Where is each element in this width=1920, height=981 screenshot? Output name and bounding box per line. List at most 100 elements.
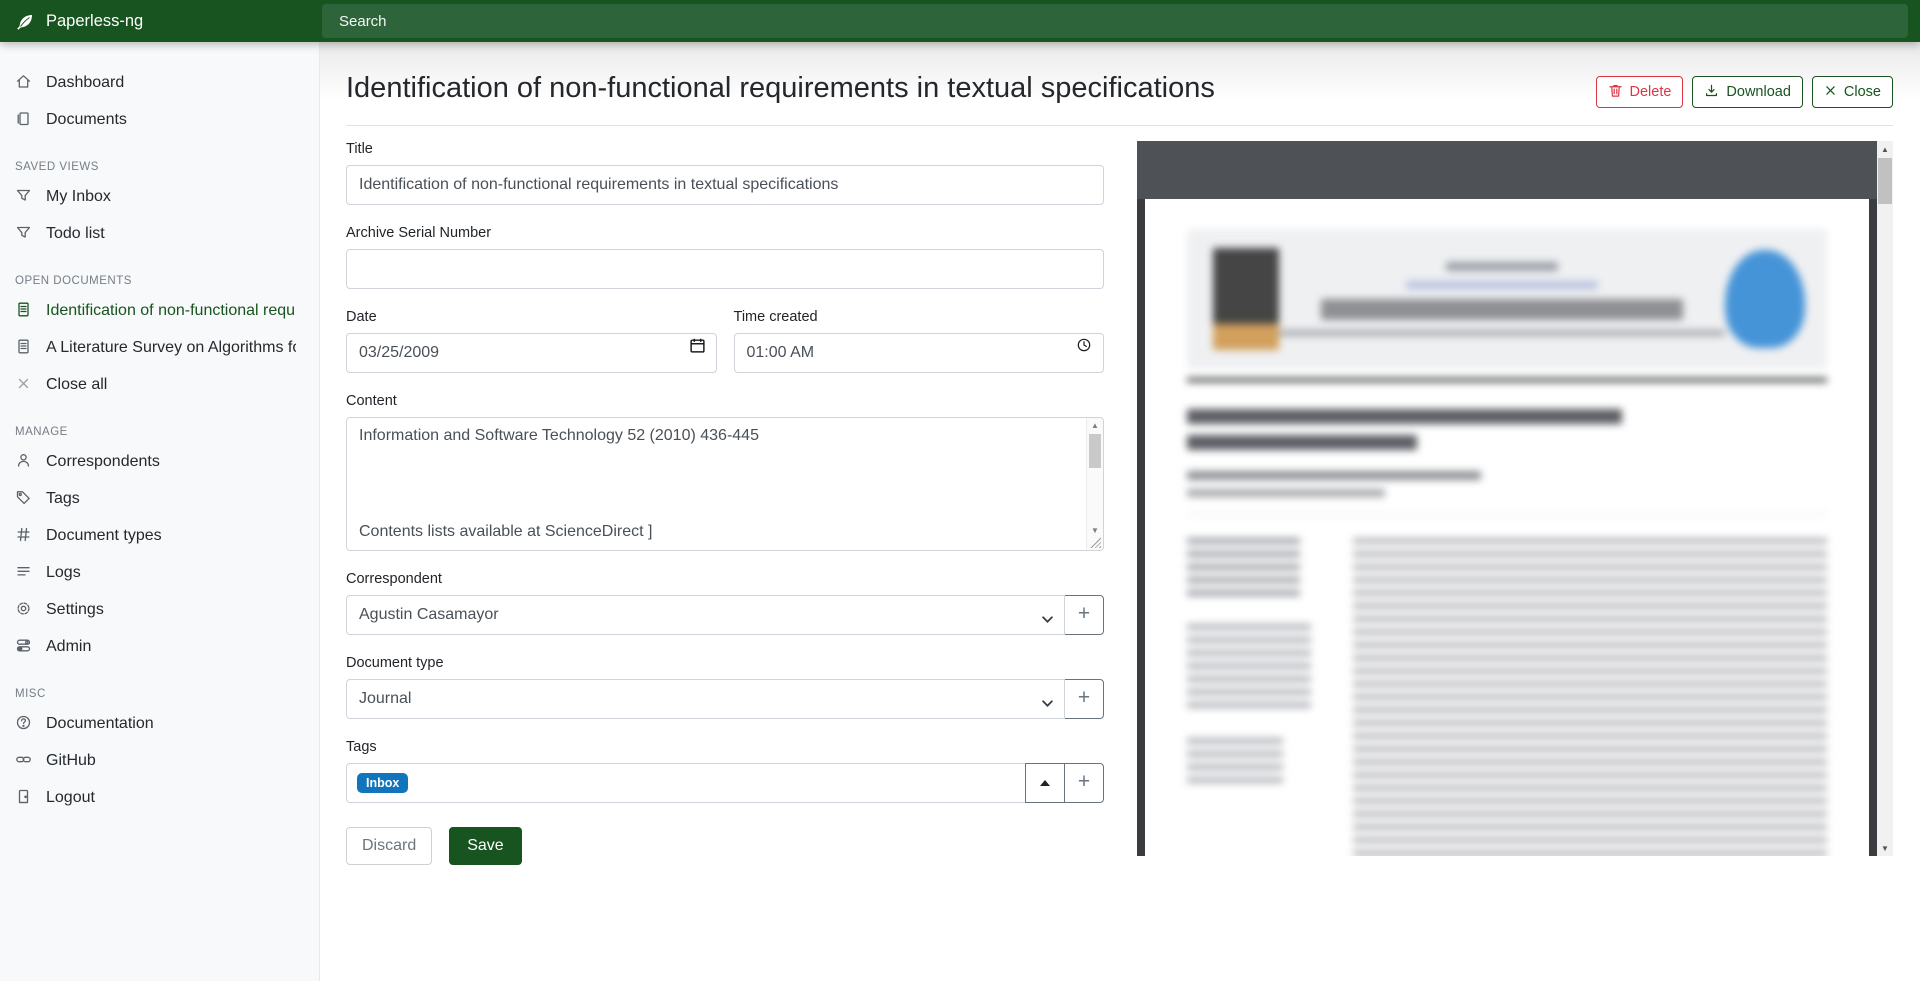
sidebar-item-correspondents[interactable]: Correspondents xyxy=(0,443,320,480)
time-input[interactable] xyxy=(734,333,1105,373)
content-textarea[interactable]: Information and Software Technology 52 (… xyxy=(346,417,1104,551)
sidebar-item-documentation[interactable]: Documentation xyxy=(0,705,320,742)
close-label: Close xyxy=(1844,84,1881,100)
textarea-scrollbar[interactable]: ▲ ▼ xyxy=(1086,418,1103,550)
header-actions: Delete Download Close xyxy=(1596,76,1894,108)
sidebar-item-label: Correspondents xyxy=(46,453,160,471)
date-input[interactable] xyxy=(346,333,717,373)
journal-header-lines xyxy=(1279,262,1725,336)
section-title-saved-views: SAVED VIEWS xyxy=(0,161,320,173)
toggles-icon xyxy=(15,637,34,656)
sidebar-open-doc-2[interactable]: A Literature Survey on Algorithms for Mu… xyxy=(0,329,320,366)
sidebar-item-close-all[interactable]: Close all xyxy=(0,366,320,403)
tags-dropdown-button[interactable] xyxy=(1025,763,1065,803)
sidebar-item-label: Dashboard xyxy=(46,74,124,92)
tag-icon xyxy=(15,489,34,508)
tags-input[interactable]: Inbox xyxy=(346,763,1026,803)
asn-input[interactable] xyxy=(346,249,1104,289)
chevron-down-icon xyxy=(1042,694,1053,712)
preview-column: ▲ ▼ xyxy=(1137,141,1893,865)
discard-button[interactable]: Discard xyxy=(346,827,432,865)
pdf-preview: ▲ ▼ xyxy=(1137,141,1893,856)
brand-label: Paperless-ng xyxy=(46,12,143,31)
article-info-column xyxy=(1187,538,1353,856)
article-title-line xyxy=(1187,409,1622,424)
article-title-line xyxy=(1187,435,1417,450)
search-input[interactable] xyxy=(322,4,1908,38)
page-title: Identification of non-functional require… xyxy=(346,72,1215,105)
download-button[interactable]: Download xyxy=(1692,76,1803,108)
sidebar-item-label: Todo list xyxy=(46,225,105,243)
correspondent-select[interactable]: Agustin Casamayor xyxy=(346,595,1065,635)
scroll-down-arrow[interactable]: ▼ xyxy=(1877,840,1893,856)
delete-button[interactable]: Delete xyxy=(1596,76,1684,108)
sidebar-item-logs[interactable]: Logs xyxy=(0,554,320,591)
sidebar-item-settings[interactable]: Settings xyxy=(0,591,320,628)
journal-cover-thumbnail xyxy=(1213,248,1279,350)
sidebar-item-dashboard[interactable]: Dashboard xyxy=(0,64,320,101)
scrollbar-thumb[interactable] xyxy=(1089,434,1101,468)
sidebar: Dashboard Documents SAVED VIEWS My Inbox… xyxy=(0,42,320,981)
section-title-manage: MANAGE xyxy=(0,426,320,438)
sidebar-item-document-types[interactable]: Document types xyxy=(0,517,320,554)
scroll-up-arrow[interactable]: ▲ xyxy=(1087,418,1103,433)
close-button[interactable]: Close xyxy=(1812,76,1893,108)
sidebar-item-label: Settings xyxy=(46,601,104,619)
journal-header-block xyxy=(1187,229,1827,369)
sidebar-item-todo-list[interactable]: Todo list xyxy=(0,215,320,252)
gear-icon xyxy=(15,600,34,619)
publisher-logo xyxy=(1725,250,1805,348)
delete-label: Delete xyxy=(1630,84,1672,100)
add-document-type-button[interactable]: + xyxy=(1064,679,1104,719)
add-tag-button[interactable]: + xyxy=(1064,763,1104,803)
brand[interactable]: Paperless-ng xyxy=(0,0,320,42)
chevron-down-icon xyxy=(1042,610,1053,628)
abstract-column xyxy=(1353,538,1827,856)
save-button[interactable]: Save xyxy=(449,827,521,865)
title-input[interactable] xyxy=(346,165,1104,205)
sidebar-open-doc-active[interactable]: Identification of non-functional require… xyxy=(0,292,320,329)
content-label: Content xyxy=(346,393,1104,409)
home-icon xyxy=(15,73,34,92)
file-text-icon xyxy=(15,301,34,320)
main-content: Identification of non-functional require… xyxy=(320,42,1920,981)
date-label: Date xyxy=(346,309,717,325)
sidebar-item-admin[interactable]: Admin xyxy=(0,628,320,665)
close-icon xyxy=(15,375,34,394)
authors-line xyxy=(1187,471,1481,480)
sidebar-item-logout[interactable]: Logout xyxy=(0,779,320,816)
top-navbar: Paperless-ng xyxy=(0,0,1920,42)
tag-inbox[interactable]: Inbox xyxy=(357,773,408,794)
scrollbar-thumb[interactable] xyxy=(1878,158,1892,204)
resize-grip[interactable] xyxy=(1090,537,1101,548)
sidebar-item-documents[interactable]: Documents xyxy=(0,101,320,138)
sidebar-item-label: Logs xyxy=(46,564,81,582)
article-divider xyxy=(1187,514,1827,515)
time-label: Time created xyxy=(734,309,1105,325)
scroll-down-arrow[interactable]: ▼ xyxy=(1087,523,1103,538)
header-divider xyxy=(346,125,1893,126)
sidebar-item-label: Documentation xyxy=(46,715,154,733)
caret-up-icon xyxy=(1040,780,1050,786)
sidebar-item-label: My Inbox xyxy=(46,188,111,206)
link-icon xyxy=(15,751,34,770)
sidebar-item-my-inbox[interactable]: My Inbox xyxy=(0,178,320,215)
sidebar-item-github[interactable]: GitHub xyxy=(0,742,320,779)
document-type-value: Journal xyxy=(359,690,411,708)
sidebar-item-label: Documents xyxy=(46,111,127,129)
document-type-select[interactable]: Journal xyxy=(346,679,1065,719)
scroll-up-arrow[interactable]: ▲ xyxy=(1877,141,1893,157)
pdf-toolbar xyxy=(1137,141,1877,199)
sidebar-item-label: Identification of non-functional require… xyxy=(46,302,296,320)
sidebar-item-tags[interactable]: Tags xyxy=(0,480,320,517)
preview-scrollbar[interactable]: ▲ ▼ xyxy=(1877,141,1893,856)
door-icon xyxy=(15,788,34,807)
section-title-open-documents: OPEN DOCUMENTS xyxy=(0,275,320,287)
correspondent-label: Correspondent xyxy=(346,571,1104,587)
add-correspondent-button[interactable]: + xyxy=(1064,595,1104,635)
section-title-misc: MISC xyxy=(0,688,320,700)
pdf-page xyxy=(1145,199,1869,856)
correspondent-value: Agustin Casamayor xyxy=(359,606,499,624)
filter-icon xyxy=(15,187,34,206)
search-area xyxy=(320,0,1920,42)
